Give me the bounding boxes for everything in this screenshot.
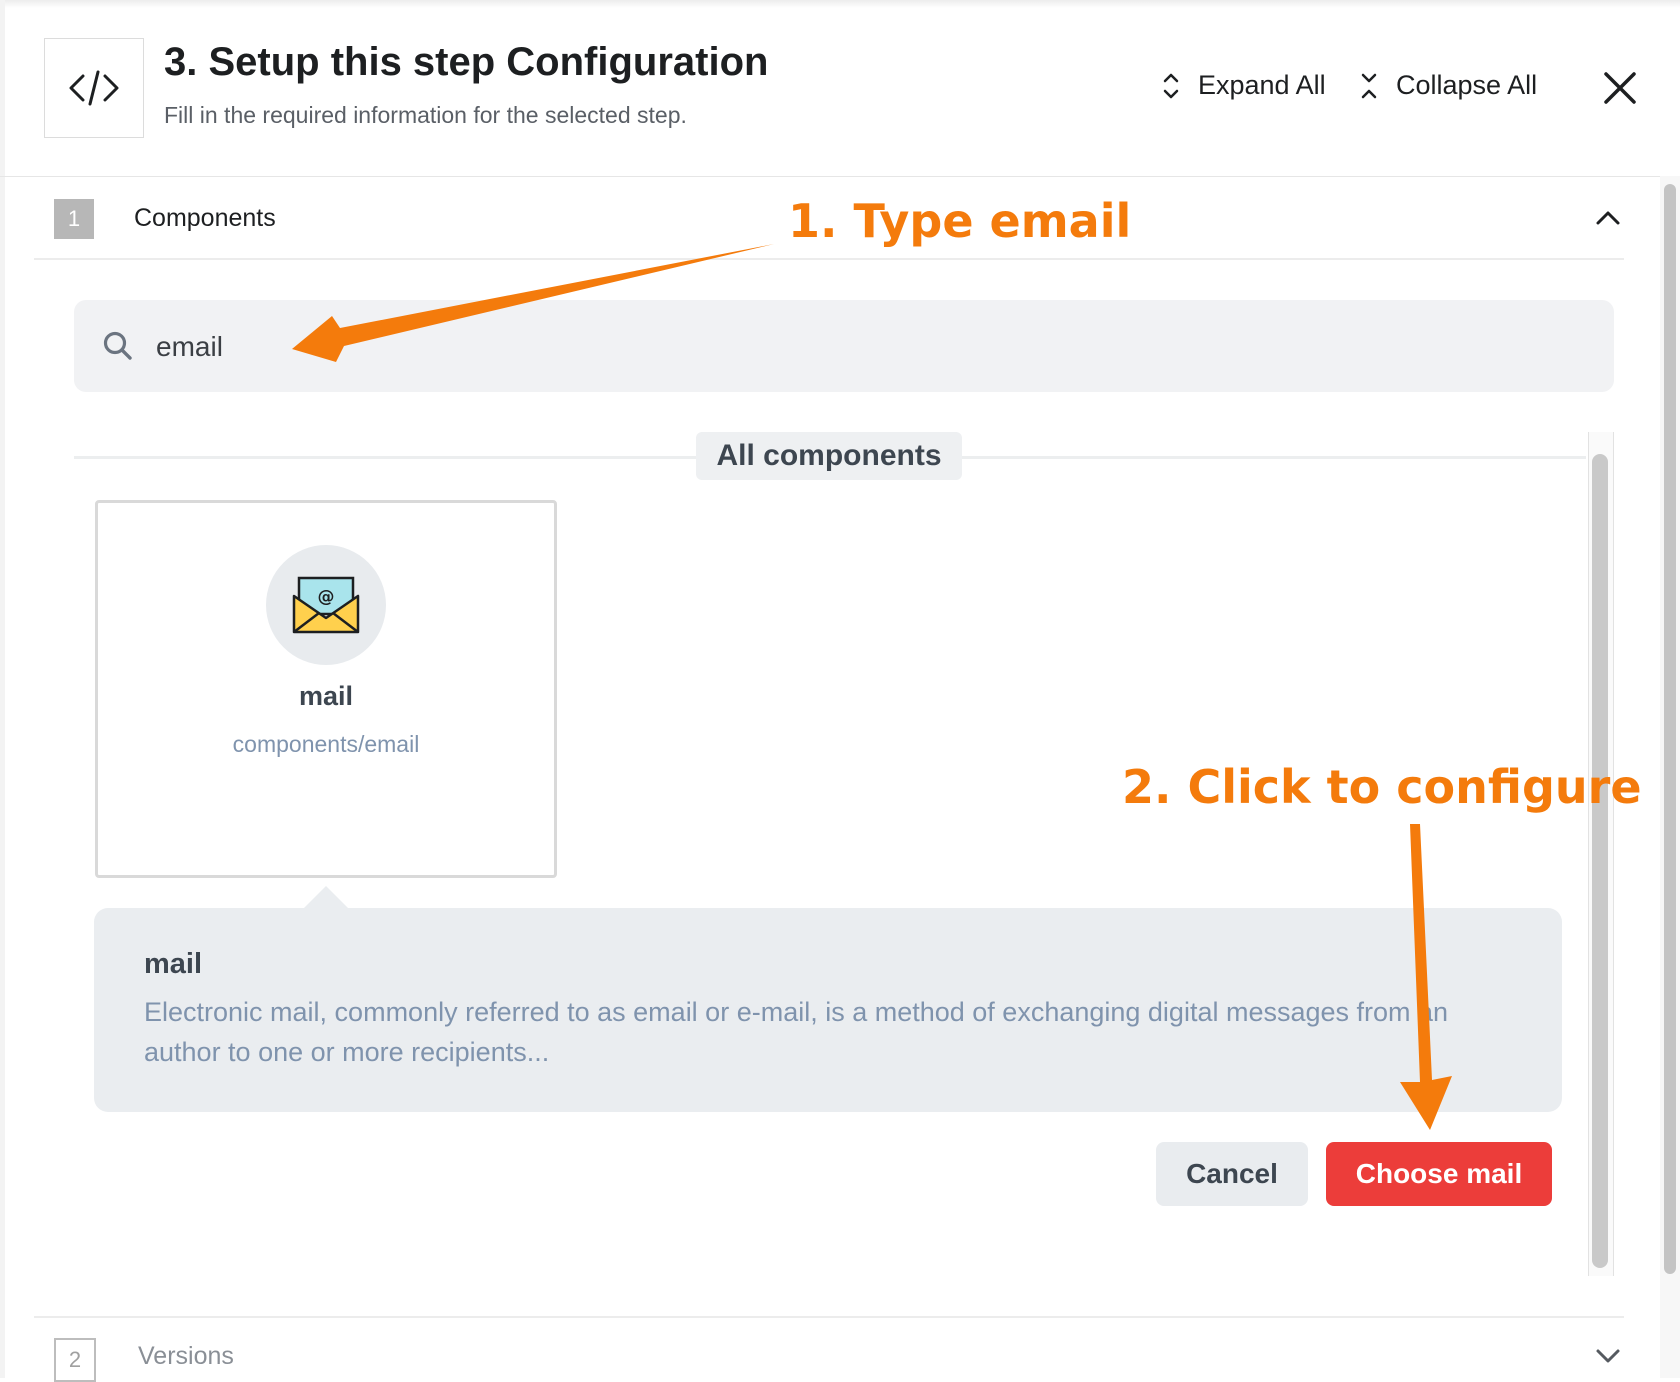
section-versions-header[interactable]: 2 Versions bbox=[34, 1316, 1624, 1382]
section-versions-label: Versions bbox=[138, 1342, 234, 1370]
section-number-badge: 2 bbox=[54, 1338, 96, 1382]
component-path: components/email bbox=[232, 731, 420, 757]
search-bar[interactable] bbox=[74, 300, 1614, 392]
search-icon bbox=[103, 331, 132, 360]
description-text: Electronic mail, commonly referred to as… bbox=[144, 997, 1449, 1067]
page-title: 3. Setup this step Configuration bbox=[164, 40, 769, 84]
page-subtitle: Fill in the required information for the… bbox=[164, 102, 687, 128]
page-scroll-thumb[interactable] bbox=[1664, 184, 1676, 1274]
code-brackets-icon bbox=[44, 38, 144, 138]
component-name: mail bbox=[298, 681, 354, 711]
annotation-step1: 1. Type email bbox=[788, 194, 1132, 248]
collapse-icon bbox=[1361, 73, 1377, 98]
collapse-all-label: Collapse All bbox=[1396, 70, 1538, 100]
panel-scroll-thumb[interactable] bbox=[1592, 454, 1608, 1268]
config-header: 3. Setup this step Configuration Fill in… bbox=[0, 0, 1680, 177]
chevron-up-icon[interactable] bbox=[1594, 208, 1622, 228]
choose-mail-button[interactable]: Choose mail bbox=[1326, 1142, 1552, 1206]
section-components-label: Components bbox=[134, 204, 276, 232]
close-icon[interactable] bbox=[1598, 66, 1642, 110]
component-description: mail Electronic mail, commonly referred … bbox=[94, 908, 1562, 1112]
search-input[interactable] bbox=[154, 322, 1558, 372]
collapse-all-button[interactable]: Collapse All bbox=[1360, 70, 1537, 101]
expand-all-button[interactable]: Expand All bbox=[1162, 70, 1326, 101]
envelope-icon: @ bbox=[266, 545, 386, 665]
component-card-mail[interactable]: @ mail components/email bbox=[95, 500, 557, 878]
group-label: All components bbox=[696, 432, 962, 480]
section-number-badge: 1 bbox=[54, 199, 94, 239]
expand-all-label: Expand All bbox=[1198, 70, 1326, 100]
left-edge bbox=[0, 0, 5, 1378]
description-title: mail bbox=[144, 948, 203, 980]
description-pointer bbox=[304, 886, 348, 908]
svg-text:@: @ bbox=[318, 587, 335, 607]
cancel-button[interactable]: Cancel bbox=[1156, 1142, 1308, 1206]
annotation-step2: 2. Click to configure bbox=[1122, 760, 1642, 814]
chevron-down-icon[interactable] bbox=[1594, 1346, 1622, 1366]
expand-icon bbox=[1163, 73, 1179, 98]
